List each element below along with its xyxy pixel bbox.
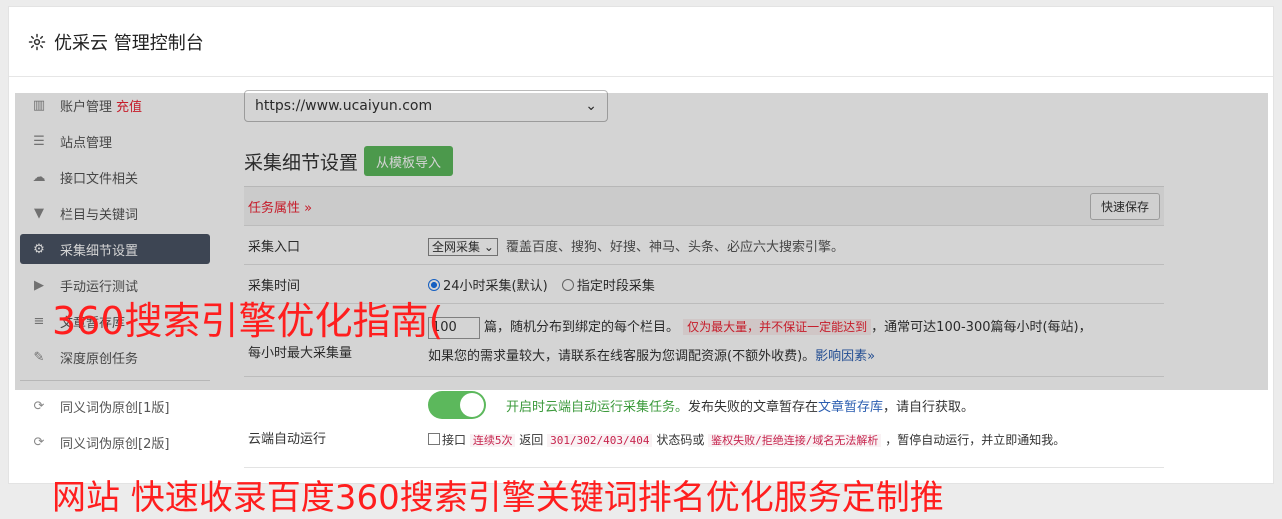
radio-24h-label: 24小时采集(默认) (443, 278, 548, 294)
article-store-link[interactable]: 文章暂存库 (818, 396, 883, 415)
server-icon: ☰ (33, 133, 45, 149)
sidebar-item-label: 采集细节设置 (60, 243, 139, 259)
max-desc3: 如果您的需求量较大，请联系在线客服为您调配资源(不额外收费)。 (428, 348, 816, 364)
edit-icon: ✎ (33, 349, 45, 365)
pause-checkbox[interactable] (428, 433, 440, 445)
database-icon: ≡ (33, 313, 45, 329)
max-desc2: ，通常可达100-300篇每小时(每站)， (871, 320, 1092, 336)
page-header: 优采云 管理控制台 (9, 7, 1273, 77)
filter-icon: ▼ (34, 205, 44, 221)
sidebar-item-label: 账户管理 (60, 99, 113, 115)
sidebar-item-deep-original[interactable]: ✎ 深度原创任务 (20, 342, 210, 372)
sidebar: ▥ 账户管理 充值 ☰ 站点管理 ☁ 接口文件相关 ▼ 栏目与关键词 ⚙ 采集细… (20, 90, 210, 463)
gear-icon (28, 33, 46, 50)
max-value: 100 篇，随机分布到绑定的每个栏目。 仅为最大量，并不保证一定能达到 ，通常可达1… (428, 304, 1164, 376)
sidebar-item-keywords[interactable]: ▼ 栏目与关键词 (20, 198, 210, 228)
watermark-line2: 网站 快速收录百度360搜索引擎关键词排名优化服务定制推 (52, 478, 944, 518)
cloud-row: 云端自动运行 开启时云端自动运行采集任务。 发布失败的文章暂存在 文章暂存库 ，请自行… (244, 377, 1164, 468)
sidebar-item-collect-settings[interactable]: ⚙ 采集细节设置 (20, 234, 210, 264)
main-content: https://www.ucaiyun.com ⌄ 采集细节设置 从模板导入 任… (244, 90, 1164, 468)
play-circle-icon: ▶ (34, 277, 44, 293)
gears-icon: ⚙ (33, 241, 45, 257)
entry-select-value: 全网采集 (432, 239, 481, 254)
cloud-run-toggle[interactable] (428, 391, 486, 419)
refresh-icon: ⟳ (33, 434, 45, 450)
recharge-link[interactable]: 充值 (116, 96, 142, 115)
sidebar-item-synonym-v1[interactable]: ⟳ 同义词伪原创[1版] (20, 391, 210, 421)
cloud-desc: 发布失败的文章暂存在 (688, 399, 819, 415)
cloud-upload-icon: ☁ (32, 169, 46, 185)
chevron-down-icon: ⌄ (585, 98, 597, 114)
refresh-icon: ⟳ (33, 398, 45, 414)
entry-desc: 覆盖百度、搜狗、好搜、神马、头条、必应六大搜索引擎。 (506, 239, 845, 255)
sidebar-item-interface[interactable]: ☁ 接口文件相关 (20, 162, 210, 192)
factors-link[interactable]: 影响因素» (815, 349, 875, 364)
status-codes: 301/302/403/404 (547, 434, 653, 447)
site-select[interactable]: https://www.ucaiyun.com ⌄ (244, 90, 608, 122)
section-header: 采集细节设置 从模板导入 (244, 146, 1164, 176)
sidebar-item-label: 同义词伪原创[2版] (60, 436, 170, 452)
max-warn: 仅为最大量，并不保证一定能达到 (683, 319, 872, 336)
watermark-line1: 360搜索引擎优化指南( (52, 299, 444, 343)
entry-row: 采集入口 全网采集 ⌄ 覆盖百度、搜狗、好搜、神马、头条、必应六大搜索引擎。 (244, 226, 1164, 265)
entry-select[interactable]: 全网采集 ⌄ (428, 237, 498, 256)
quick-save-button[interactable]: 快速保存 (1089, 192, 1160, 220)
warn-times: 连续5次 (469, 434, 516, 447)
cloud-desc-end: ，请自行获取。 (883, 399, 975, 415)
ret-text: 返回 (519, 433, 544, 447)
sidebar-item-label: 深度原创任务 (60, 351, 139, 367)
status-text: 状态码或 (656, 433, 705, 447)
radio-timed-label: 指定时段采集 (576, 278, 655, 294)
entry-value: 全网采集 ⌄ 覆盖百度、搜狗、好搜、神马、头条、必应六大搜索引擎。 (428, 226, 1164, 264)
sidebar-item-label: 接口文件相关 (60, 171, 139, 187)
check-label: 接口 (442, 433, 467, 447)
cloud-on-text: 开启时云端自动运行采集任务。 (506, 399, 689, 415)
sidebar-item-synonym-v2[interactable]: ⟳ 同义词伪原创[2版] (20, 427, 210, 457)
section-title: 采集细节设置 (244, 151, 359, 174)
cloud-value: 开启时云端自动运行采集任务。 发布失败的文章暂存在 文章暂存库 ，请自行获取。 接口 … (428, 377, 1164, 467)
pause-end-text: ，暂停自动运行，并立即通知我。 (885, 433, 1066, 447)
max-desc1: 篇，随机分布到绑定的每个栏目。 (484, 320, 680, 336)
import-template-button[interactable]: 从模板导入 (364, 146, 454, 176)
sidebar-item-label: 栏目与关键词 (60, 207, 139, 223)
auth-fail-text: 鉴权失败/拒绝连接/域名无法解析 (708, 434, 882, 447)
sidebar-item-account[interactable]: ▥ 账户管理 充值 (20, 90, 210, 120)
sidebar-item-sites[interactable]: ☰ 站点管理 (20, 126, 210, 156)
time-value: 24小时采集(默认) 指定时段采集 (428, 265, 1164, 303)
task-attr-row: 任务属性 » 快速保存 (244, 187, 1164, 226)
page-title: 优采云 管理控制台 (54, 32, 204, 54)
entry-label: 采集入口 (248, 239, 301, 255)
site-select-value: https://www.ucaiyun.com (255, 98, 433, 114)
bar-chart-icon: ▥ (32, 97, 46, 113)
sidebar-divider (20, 380, 210, 381)
radio-24h[interactable] (428, 278, 440, 291)
task-attr-toggle[interactable]: 任务属性 » (248, 197, 312, 216)
cloud-label: 云端自动运行 (248, 431, 327, 447)
sidebar-item-label: 同义词伪原创[1版] (60, 400, 170, 416)
radio-timed[interactable] (561, 278, 574, 291)
sidebar-item-label: 站点管理 (60, 135, 113, 151)
